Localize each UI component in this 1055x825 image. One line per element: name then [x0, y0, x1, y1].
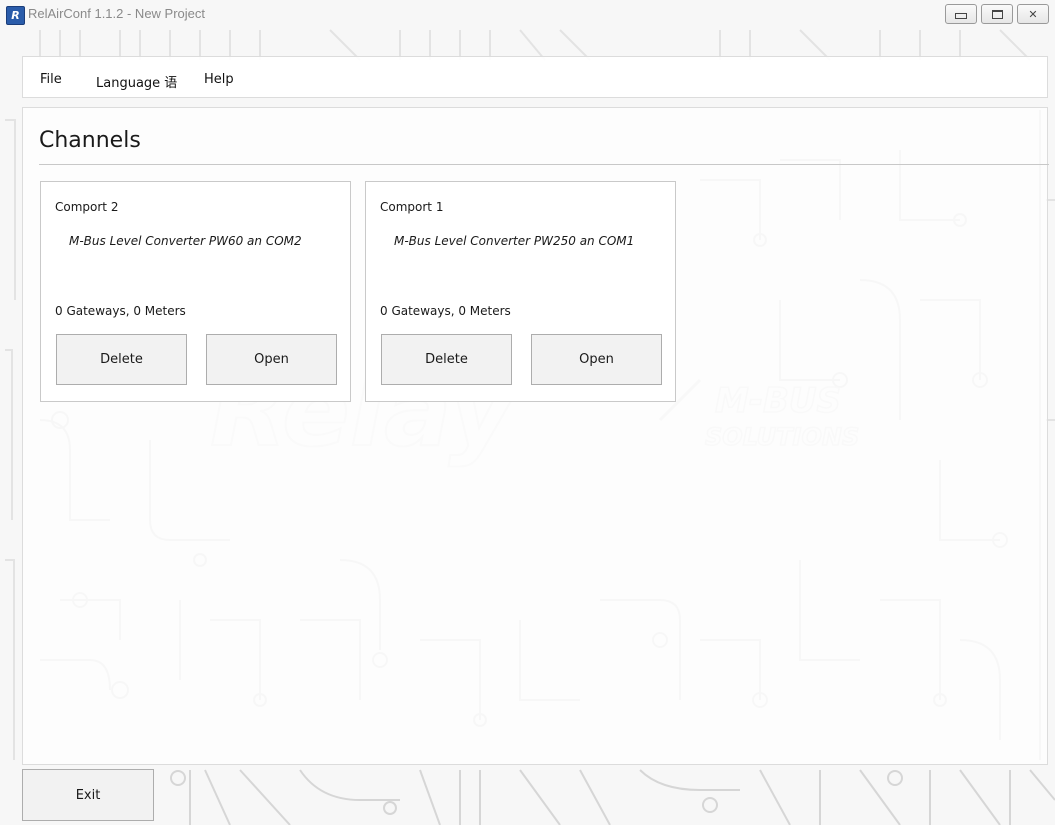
minimize-icon — [955, 13, 967, 19]
menu-help[interactable]: Help — [204, 72, 234, 87]
app-window: Relay M-BUS SOLUTIONS R RelAirConf 1.1.2… — [0, 0, 1055, 825]
channel-card: Comport 2 M-Bus Level Converter PW60 an … — [40, 181, 351, 402]
app-logo-icon: R — [6, 6, 25, 25]
channel-description: M-Bus Level Converter PW60 an COM2 — [69, 234, 302, 248]
maximize-button[interactable] — [981, 4, 1013, 24]
menu-language[interactable]: Language 语 — [96, 72, 177, 91]
channel-card: Comport 1 M-Bus Level Converter PW250 an… — [365, 181, 676, 402]
menu-bar: File Language 语 Help — [22, 56, 1048, 98]
channels-panel: Channels Comport 2 M-Bus Level Converter… — [22, 107, 1049, 765]
close-button[interactable]: ✕ — [1017, 4, 1049, 24]
title-bar[interactable]: R RelAirConf 1.1.2 - New Project ✕ — [0, 0, 1055, 30]
window-title: RelAirConf 1.1.2 - New Project — [28, 6, 206, 21]
delete-button[interactable]: Delete — [56, 334, 187, 385]
close-icon: ✕ — [1028, 7, 1038, 21]
open-button[interactable]: Open — [531, 334, 662, 385]
minimize-button[interactable] — [945, 4, 977, 24]
channel-stats: 0 Gateways, 0 Meters — [380, 304, 511, 318]
channel-stats: 0 Gateways, 0 Meters — [55, 304, 186, 318]
maximize-icon — [991, 9, 1003, 19]
window-controls: ✕ — [945, 4, 1049, 24]
menu-file[interactable]: File — [40, 72, 62, 87]
channel-title: Comport 2 — [55, 200, 119, 214]
section-title: Channels — [39, 128, 141, 153]
delete-button[interactable]: Delete — [381, 334, 512, 385]
open-button[interactable]: Open — [206, 334, 337, 385]
channel-description: M-Bus Level Converter PW250 an COM1 — [394, 234, 635, 248]
section-divider — [39, 164, 1049, 165]
exit-button[interactable]: Exit — [22, 769, 154, 821]
channel-title: Comport 1 — [380, 200, 444, 214]
